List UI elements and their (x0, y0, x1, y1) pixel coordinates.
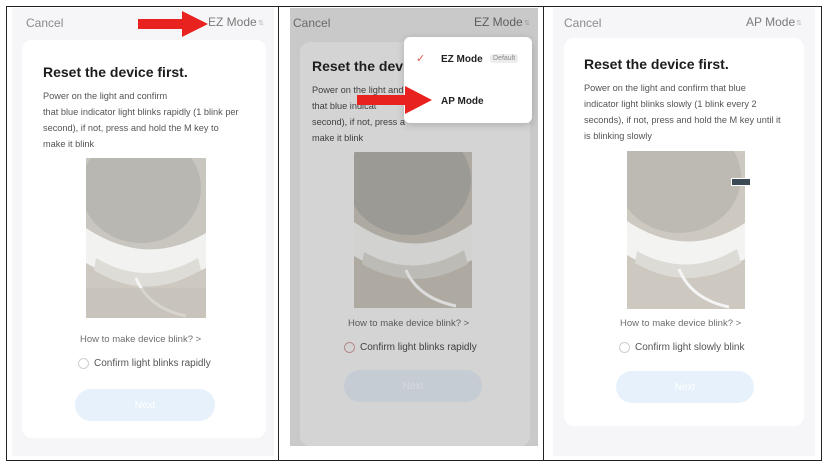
chevron-down-icon[interactable]: ⇅ (796, 19, 802, 27)
how-to-blink-link[interactable]: How to make device blink? > (348, 318, 469, 329)
reset-card: Reset the device first. Power on the lig… (22, 40, 266, 438)
device-photo (86, 158, 206, 318)
confirm-rapid-blink-checkbox[interactable]: Confirm light blinks rapidly (344, 342, 477, 353)
how-to-blink-link[interactable]: How to make device blink? > (80, 334, 201, 345)
top-bar: Cancel AP Mode ⇅ (553, 8, 815, 38)
confirm-label: Confirm light blinks rapidly (360, 342, 477, 353)
cancel-button[interactable]: Cancel (293, 16, 330, 30)
checkbox-circle[interactable] (78, 358, 89, 369)
confirm-slow-blink-checkbox[interactable]: Confirm light slowly blink (619, 342, 744, 353)
ap-mode-label: AP Mode (441, 96, 484, 107)
reset-card: Reset the device first. Power on the lig… (564, 38, 804, 426)
chevron-down-icon[interactable]: ⇅ (258, 19, 264, 27)
top-bar: Cancel EZ Mode ⇅ (290, 8, 538, 38)
checkmark-icon: ✓ (416, 53, 426, 65)
mode-selector[interactable]: EZ Mode (474, 15, 523, 29)
checkbox-circle[interactable] (344, 342, 355, 353)
column-divider (543, 6, 544, 461)
chevron-down-icon[interactable]: ⇅ (524, 19, 530, 27)
confirm-label: Confirm light blinks rapidly (94, 358, 211, 369)
instructions-text: Power on the light and confirm that blue… (584, 83, 781, 141)
confirm-label: Confirm light slowly blink (635, 342, 745, 353)
next-button[interactable]: Next (616, 371, 754, 403)
default-badge: Default (490, 54, 519, 63)
confirm-rapid-blink-checkbox[interactable]: Confirm light blinks rapidly (78, 358, 211, 369)
column-divider (278, 6, 279, 461)
menu-item-ez-mode[interactable]: ✓ EZ Mode Default (404, 39, 532, 79)
red-arrow-annotation (357, 86, 432, 114)
next-button[interactable]: Next (75, 389, 215, 421)
instructions-text: Power on the light and confirm that blue… (43, 91, 239, 149)
mode-selector[interactable]: AP Mode (746, 15, 795, 29)
checkbox-circle[interactable] (619, 342, 630, 353)
screen-mode-dropdown: Cancel EZ Mode ⇅ Reset the device first.… (290, 8, 538, 446)
device-photo (354, 152, 472, 308)
ez-mode-label: EZ Mode (441, 54, 483, 65)
how-to-blink-link[interactable]: How to make device blink? > (620, 318, 741, 329)
cancel-button[interactable]: Cancel (26, 16, 63, 30)
red-arrow-annotation (138, 11, 208, 37)
image-marker (731, 178, 751, 186)
mode-selector[interactable]: EZ Mode (208, 15, 257, 29)
page-title: Reset the device first. (584, 56, 729, 72)
page-title: Reset the device first. (43, 64, 188, 80)
screen-ap-mode: Cancel AP Mode ⇅ Reset the device first.… (553, 8, 815, 456)
screen-ez-mode: Cancel EZ Mode ⇅ Reset the device first.… (12, 8, 274, 456)
cancel-button[interactable]: Cancel (564, 16, 601, 30)
next-button[interactable]: Next (344, 370, 482, 402)
device-photo (627, 151, 745, 309)
